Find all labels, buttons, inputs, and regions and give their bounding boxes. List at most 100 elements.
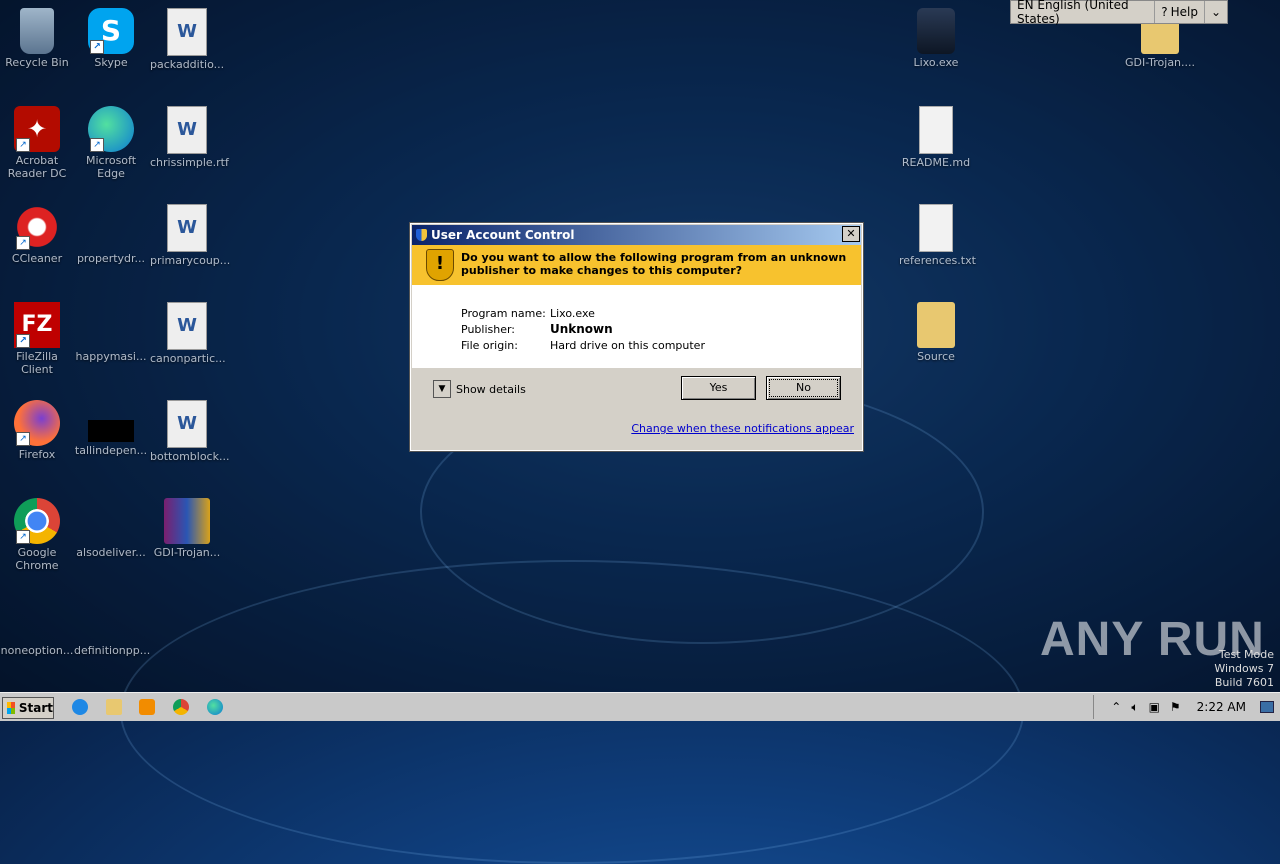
start-label: Start — [18, 701, 53, 715]
show-details-toggle[interactable]: ▼ Show details — [433, 380, 526, 398]
desktop-icon-source[interactable]: Source — [899, 302, 973, 363]
desktop-icon-label: Lixo.exe — [913, 56, 959, 69]
ie-icon[interactable] — [72, 699, 88, 715]
desktop-icon-chrissimple[interactable]: W chrissimple.rtf — [150, 106, 229, 169]
uac-details-panel: Program name: Lixo.exe Publisher: Unknown … — [412, 285, 861, 368]
uac-shield-small-icon — [416, 229, 427, 241]
no-button[interactable]: No — [766, 376, 841, 400]
edge-icon[interactable] — [207, 699, 223, 715]
desktop-icon-label: Acrobat Reader DC — [7, 154, 67, 180]
blank-file-icon — [88, 302, 134, 348]
desktop-icon-label: happymasi... — [75, 350, 147, 363]
windows-logo-icon — [7, 702, 15, 714]
uac-dialog: User Account Control ✕ ! Do you want to … — [409, 222, 864, 452]
desktop-icon-label: Recycle Bin — [5, 56, 69, 69]
desktop-icon-label: propertydr... — [76, 252, 146, 265]
clock[interactable]: 2:22 AM — [1197, 700, 1246, 714]
desktop-icon-noneoption[interactable]: noneoption... — [0, 596, 74, 657]
explorer-icon[interactable] — [106, 699, 122, 715]
tray-expand-icon[interactable]: ⌃ — [1111, 700, 1121, 714]
network-icon[interactable]: ▣ — [1149, 700, 1160, 714]
uac-warning-banner: ! Do you want to allow the following pro… — [412, 245, 861, 285]
desktop-icon-label: noneoption... — [0, 644, 74, 657]
desktop-icon-label: alsodeliver... — [76, 546, 146, 559]
desktop-icon-packadditio[interactable]: W packadditio... — [150, 8, 224, 71]
executable-icon — [917, 8, 955, 54]
desktop-icon-label: README.md — [901, 156, 971, 169]
start-button[interactable]: Start — [2, 697, 54, 719]
blank-file-icon — [88, 498, 134, 544]
desktop-icon-label: GDI-Trojan.... — [1124, 56, 1196, 69]
winrar-archive-icon — [164, 498, 210, 544]
desktop-icon-edge[interactable]: ↗ Microsoft Edge — [74, 106, 148, 180]
desktop-icon-label: Firefox — [18, 448, 56, 461]
word-document-icon: W — [167, 8, 207, 56]
desktop-icon-recycle-bin[interactable]: Recycle Bin — [0, 8, 74, 69]
desktop-icon-lixo-exe[interactable]: Lixo.exe — [899, 8, 973, 69]
desktop-icon-filezilla[interactable]: FZ ↗ FileZilla Client — [0, 302, 74, 376]
show-details-label: Show details — [456, 382, 526, 396]
flag-icon[interactable]: ⚑ — [1170, 700, 1181, 714]
publisher-label: Publisher: — [461, 323, 516, 336]
desktop-icon-definitionpp[interactable]: definitionpp... — [74, 596, 150, 657]
language-selector[interactable]: EN English (United States) — [1011, 0, 1156, 26]
desktop-icon-skype[interactable]: S ↗ Skype — [74, 8, 148, 69]
shortcut-arrow-icon: ↗ — [90, 40, 104, 54]
blank-file-icon — [88, 596, 134, 642]
close-button[interactable]: ✕ — [842, 226, 860, 242]
uac-titlebar: User Account Control — [412, 225, 861, 245]
chevron-down-icon: ▼ — [433, 380, 451, 398]
desktop-icon-label: chrissimple.rtf — [150, 156, 229, 169]
desktop-icon-label: Source — [917, 350, 955, 363]
file-origin-row: File origin: Hard drive on this computer — [461, 339, 705, 352]
chrome-icon[interactable] — [173, 699, 189, 715]
warning-shield-icon: ! — [426, 249, 454, 281]
desktop-icon-label: GDI-Trojan... — [153, 546, 221, 559]
yes-button[interactable]: Yes — [681, 376, 756, 400]
desktop-icon-propertydr[interactable]: propertydr... — [74, 204, 148, 265]
desktop-icon-alsodeliver[interactable]: alsodeliver... — [74, 498, 148, 559]
desktop-icon-label: Google Chrome — [15, 546, 59, 572]
program-name-label: Program name: — [461, 307, 546, 320]
text-file-icon — [919, 106, 953, 154]
media-player-icon[interactable] — [139, 699, 155, 715]
desktop-icon-firefox[interactable]: ↗ Firefox — [0, 400, 74, 461]
word-document-icon: W — [167, 204, 207, 252]
notification-settings-link[interactable]: Change when these notifications appear — [631, 422, 854, 435]
publisher-row: Publisher: Unknown — [461, 322, 613, 336]
desktop-icon-label: tallindepen... — [74, 444, 148, 457]
shortcut-arrow-icon: ↗ — [16, 432, 30, 446]
chrome-icon: ↗ — [14, 498, 60, 544]
desktop-icon-label: FileZilla Client — [16, 350, 58, 376]
help-label: Help — [1170, 5, 1198, 19]
desktop-icon-references[interactable]: references.txt — [899, 204, 976, 267]
desktop-icon-readme[interactable]: README.md — [899, 106, 973, 169]
desktop-icon-label: primarycoup... — [150, 254, 231, 267]
desktop-icon-acrobat[interactable]: ✦ ↗ Acrobat Reader DC — [0, 106, 74, 180]
desktop-icon-gdi-trojan-rar[interactable]: GDI-Trojan... — [150, 498, 224, 559]
help-button[interactable]: ? Help — [1155, 1, 1205, 23]
desktop-icon-primarycoup[interactable]: W primarycoup... — [150, 204, 231, 267]
desktop-icon-label: CCleaner — [11, 252, 63, 265]
taskbar: Start ⌃ 🔈︎ ▣ ⚑ 2:22 AM — [0, 692, 1280, 721]
desktop-icon-bottomblock[interactable]: W bottomblock... — [150, 400, 229, 463]
black-file-icon — [88, 420, 134, 442]
language-bar: EN English (United States) ? Help ⌄ — [1010, 0, 1228, 26]
show-desktop-icon[interactable] — [1260, 701, 1274, 713]
desktop-icon-chrome[interactable]: ↗ Google Chrome — [0, 498, 74, 572]
volume-icon[interactable]: 🔈︎ — [1131, 700, 1138, 715]
language-bar-options-icon[interactable]: ⌄ — [1205, 1, 1227, 23]
desktop-icon-label: Microsoft Edge — [85, 154, 137, 180]
test-mode-line: Test Mode — [1218, 648, 1274, 661]
edge-icon: ↗ — [88, 106, 134, 152]
file-origin-label: File origin: — [461, 339, 518, 352]
desktop-icon-canonpartic[interactable]: W canonpartic... — [150, 302, 226, 365]
folder-icon — [917, 302, 955, 348]
program-name-row: Program name: Lixo.exe — [461, 307, 595, 320]
uac-question-text: Do you want to allow the following progr… — [461, 251, 847, 277]
program-name-value: Lixo.exe — [550, 307, 595, 320]
desktop-icon-happymasi[interactable]: happymasi... — [74, 302, 148, 363]
desktop-icon-tallindepen[interactable]: tallindepen... — [74, 400, 148, 457]
windows-version-line: Windows 7 — [1214, 662, 1274, 675]
desktop-icon-ccleaner[interactable]: ↗ CCleaner — [0, 204, 74, 265]
